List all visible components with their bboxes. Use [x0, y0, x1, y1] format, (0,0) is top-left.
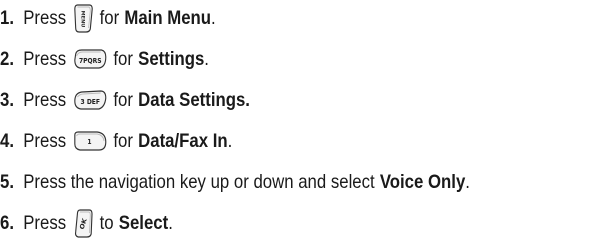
step-number: 3. [0, 88, 14, 111]
menu-key-icon: MENU [73, 3, 94, 33]
step-target: Main Menu [124, 6, 212, 29]
step-number: 1. [0, 6, 14, 29]
step-target: Select [118, 211, 169, 234]
step-connector: for [113, 47, 133, 70]
step-target: Voice Only [379, 170, 466, 193]
step-connector: for [113, 129, 133, 152]
step-target: Data/Fax In [138, 129, 228, 152]
step-connector: for [113, 88, 133, 111]
step-text: Press [23, 88, 67, 111]
step-number: 6. [0, 211, 14, 234]
step-end: . [211, 6, 216, 29]
key-label: 7PQRS [79, 57, 102, 66]
step-text: Press [23, 211, 67, 234]
step-4: 4. Press 1 for Data/Fax In. [0, 125, 232, 157]
key-1-icon: 1 [73, 130, 107, 152]
step-connector: to [99, 211, 114, 234]
key-7pqrs-icon: 7PQRS [73, 48, 107, 70]
step-1: 1. Press MENU for Main Menu. [0, 2, 216, 34]
step-text: Press [23, 129, 67, 152]
step-target: Settings [138, 47, 205, 70]
step-text: Press [23, 6, 67, 29]
step-6: 6. Press OK to Select. [0, 207, 173, 239]
step-end: . [227, 129, 233, 152]
key-label: 1 [87, 138, 92, 147]
step-target: Data Settings. [138, 88, 250, 111]
ok-key-icon: OK [73, 208, 94, 238]
step-connector: for [99, 6, 120, 29]
step-end: . [168, 211, 173, 234]
step-number: 5. [0, 170, 14, 193]
key-label: 3 DEF [80, 98, 99, 107]
key-label: MENU [80, 11, 86, 28]
step-end: . [465, 170, 470, 193]
key-3def-icon: 3 DEF [73, 89, 107, 111]
step-number: 4. [0, 129, 14, 152]
step-text: Press [23, 47, 67, 70]
step-5: 5. Press the navigation key up or down a… [0, 166, 470, 198]
step-number: 2. [0, 47, 14, 70]
step-3: 3. Press 3 DEF for Data Settings. [0, 84, 250, 116]
instruction-list: 1. Press MENU for Main Menu. 2. Press 7P… [0, 0, 599, 248]
step-text: Press the navigation key up or down and … [23, 170, 375, 193]
step-end: . [204, 47, 209, 70]
step-2: 2. Press 7PQRS for Settings. [0, 43, 209, 75]
